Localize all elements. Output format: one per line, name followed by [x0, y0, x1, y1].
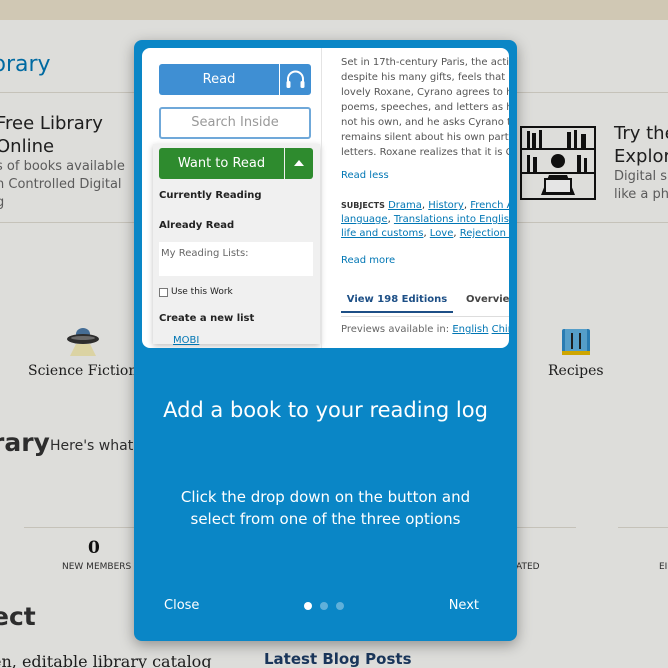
- subject-link: Rejection (Ps: [459, 228, 509, 239]
- dropdown-caret-icon: [285, 148, 313, 179]
- description-line: Set in 17th-century Paris, the acti: [341, 57, 509, 68]
- use-this-work-checkbox: Use this Work: [159, 287, 233, 297]
- reading-log-dropdown: Want to Read Currently Reading Already R…: [153, 144, 320, 344]
- subject-link: Love: [429, 228, 454, 239]
- modal-body: Click the drop down on the button and se…: [180, 488, 471, 528]
- subject-link: History: [428, 200, 464, 211]
- description-line: lovely Roxane, Cyrano agrees to h: [341, 87, 509, 98]
- reading-lists-section: My Reading Lists:: [159, 242, 313, 276]
- step-dot[interactable]: [320, 602, 328, 610]
- description-line: despite his many gifts, feels that n: [341, 72, 509, 83]
- mobi-link: MOBI: [173, 335, 200, 346]
- subject-link: French Auth: [470, 200, 509, 211]
- subjects-list: SUBJECTS Drama, History, French Auth lan…: [341, 199, 509, 241]
- close-button[interactable]: Close: [164, 598, 199, 613]
- subjects-label: SUBJECTS: [341, 201, 385, 210]
- description-line: not his own, and he asks Cyrano to: [341, 117, 509, 128]
- already-read-option: Already Read: [159, 220, 235, 231]
- preview-language-link: Chine: [491, 324, 509, 335]
- subject-link: Drama: [388, 200, 422, 211]
- tour-modal: Read Search Inside Want to Read Currentl…: [134, 40, 517, 641]
- read-more-link: Read more: [341, 255, 396, 266]
- read-less-link: Read less: [341, 170, 389, 181]
- preview-language-link: English: [452, 324, 489, 335]
- use-this-work-label: Use this Work: [171, 287, 233, 297]
- previews-label: Previews available in:: [341, 324, 450, 335]
- modal-title: Add a book to your reading log: [163, 398, 488, 422]
- tutorial-screenshot: Read Search Inside Want to Read Currentl…: [142, 48, 509, 348]
- currently-reading-option: Currently Reading: [159, 190, 262, 201]
- tab-overview: Overvie: [466, 294, 509, 305]
- description-line: letters. Roxane realizes that it is Cy: [341, 147, 509, 158]
- checkbox-icon: [159, 287, 168, 297]
- book-description: Set in 17th-century Paris, the acti desp…: [341, 55, 509, 160]
- subject-link: life and customs: [341, 228, 424, 239]
- step-dot[interactable]: [304, 602, 312, 610]
- create-list-option: Create a new list: [159, 313, 255, 324]
- subject-link: language: [341, 214, 388, 225]
- reading-lists-label: My Reading Lists:: [161, 248, 249, 259]
- tab-editions: View 198 Editions: [341, 294, 453, 313]
- want-to-read-button: Want to Read: [159, 148, 284, 179]
- listen-button: [280, 64, 311, 95]
- previews-available: Previews available in: English Chine: [341, 324, 509, 335]
- subject-link: Translations into English: [393, 214, 509, 225]
- next-button[interactable]: Next: [449, 598, 479, 613]
- search-inside-field: Search Inside: [159, 107, 311, 139]
- description-line: poems, speeches, and letters as h: [341, 102, 509, 113]
- description-line: remains silent about his own part i: [341, 132, 509, 143]
- tab-underline: [341, 316, 509, 317]
- column-divider: [321, 48, 322, 348]
- headphones-icon: [286, 70, 305, 88]
- step-dot[interactable]: [336, 602, 344, 610]
- step-indicator: [304, 602, 344, 610]
- read-button: Read: [159, 64, 279, 95]
